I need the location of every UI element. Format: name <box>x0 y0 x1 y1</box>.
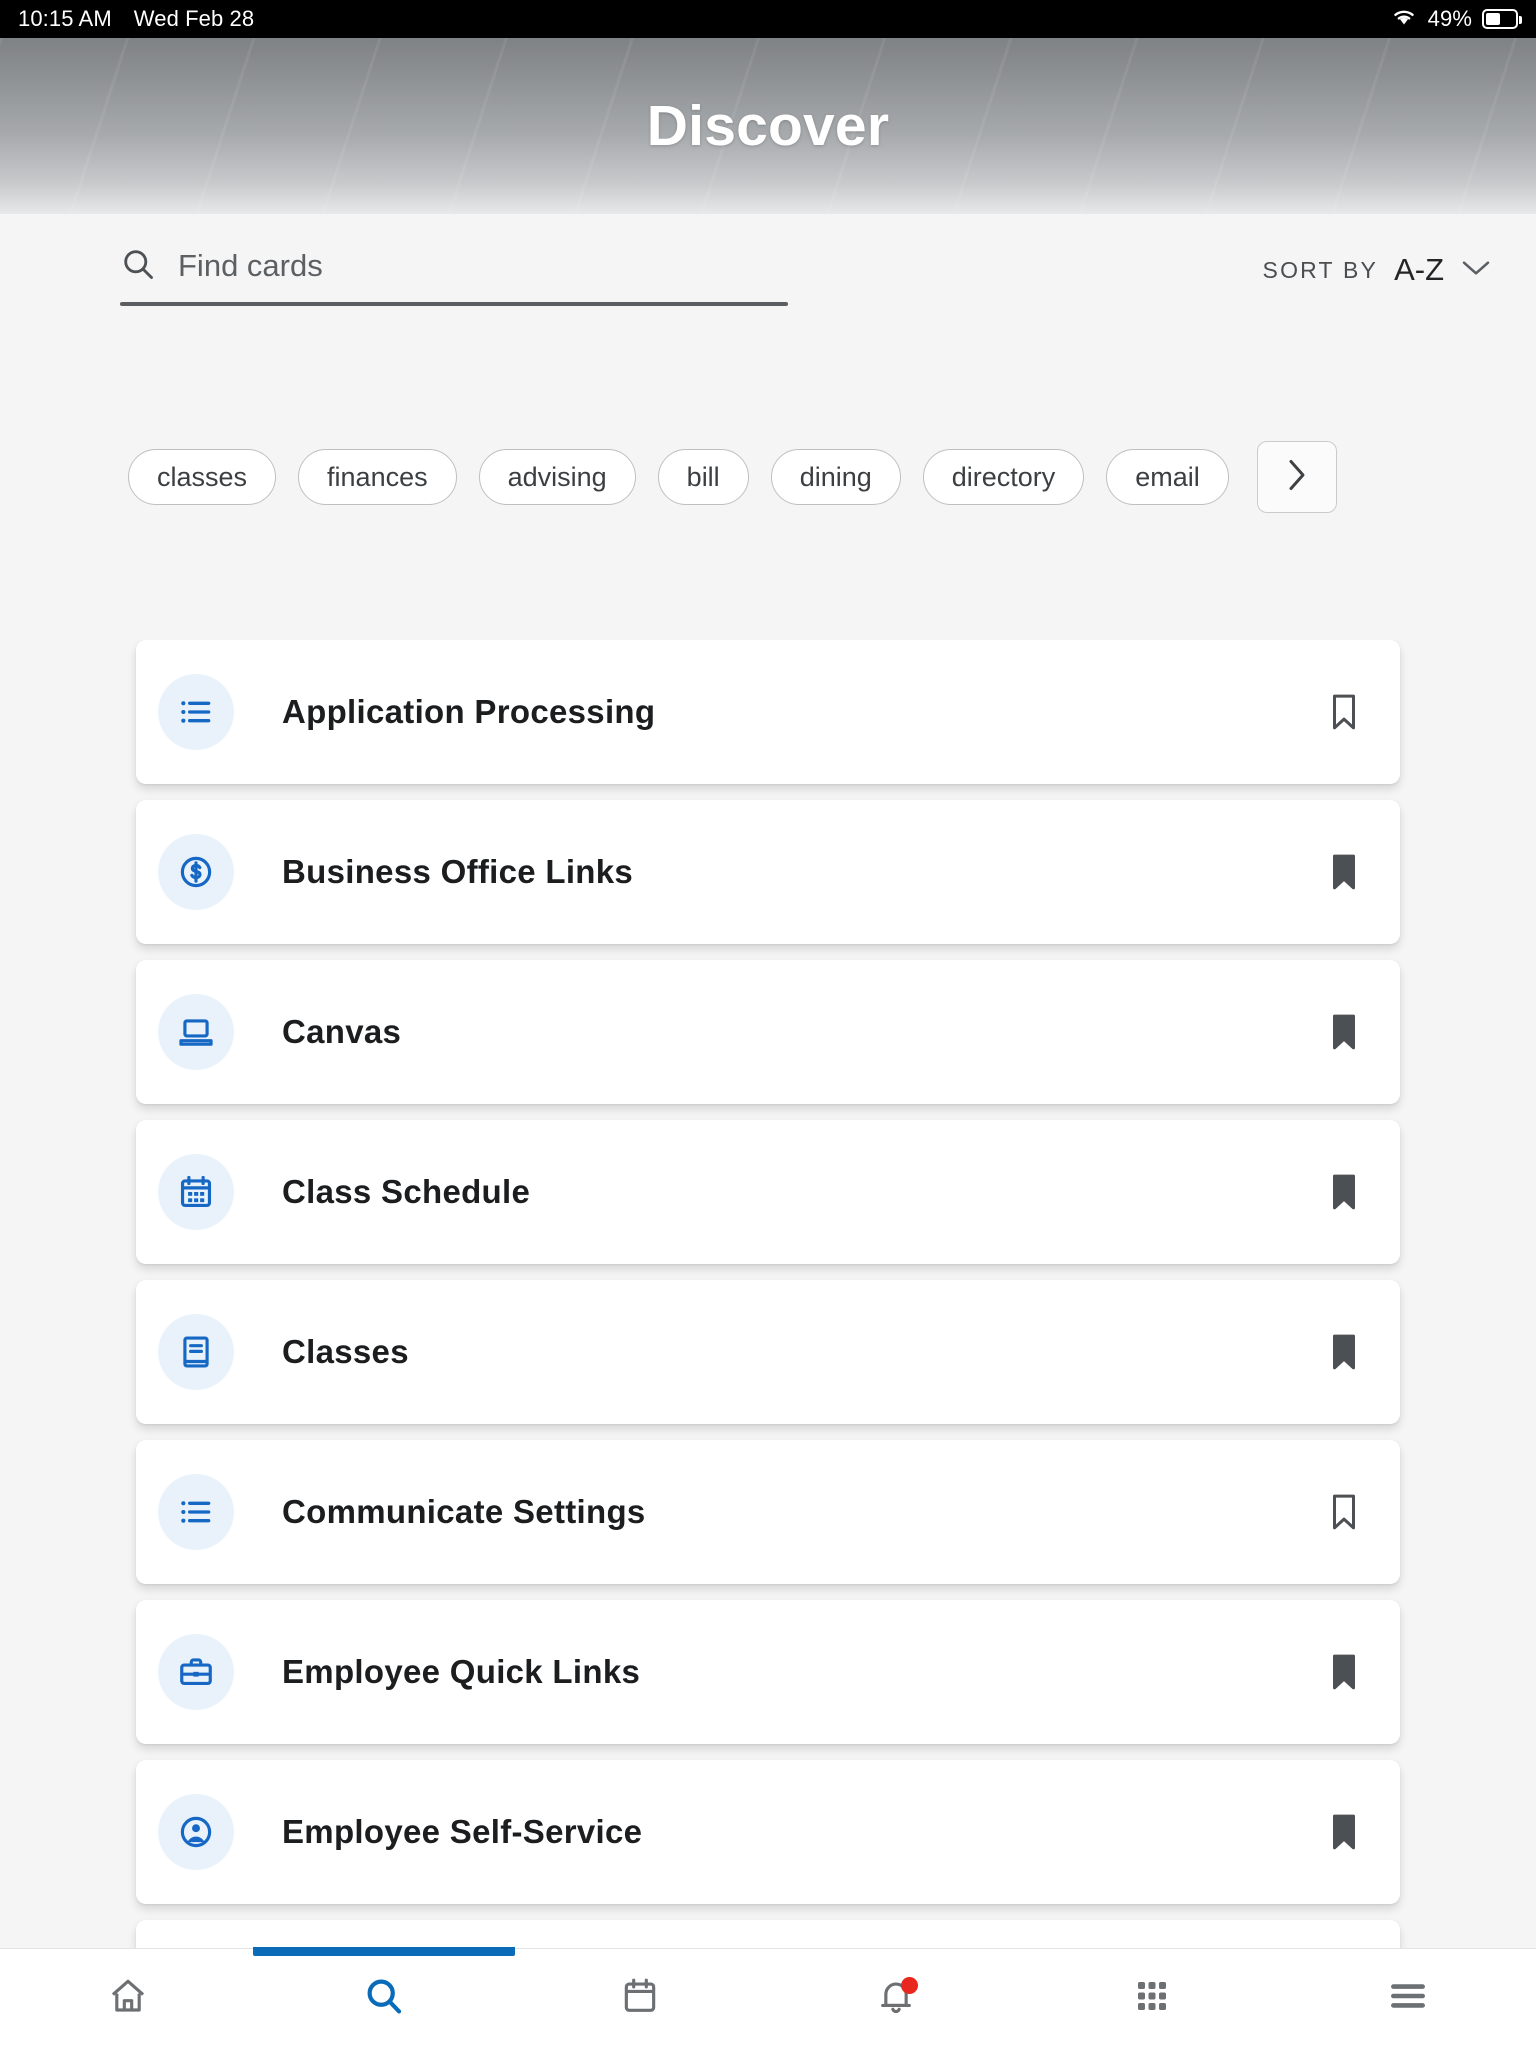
search-input[interactable] <box>178 248 788 284</box>
bookmark-toggle[interactable] <box>1322 1806 1366 1858</box>
filter-chip-row[interactable]: classes finances advising bill dining di… <box>0 432 1536 522</box>
dollar-circle-icon <box>158 834 234 910</box>
grid-icon <box>1131 1975 1173 2022</box>
chevron-down-icon <box>1460 258 1492 283</box>
card-list: Application Processing Business Office L… <box>0 640 1536 1948</box>
list-icon <box>158 1474 234 1550</box>
search-field[interactable] <box>120 238 788 306</box>
briefcase-icon <box>158 1634 234 1710</box>
card-title: Employee Quick Links <box>282 1653 641 1690</box>
search-icon <box>120 246 156 287</box>
calendar-icon <box>619 1975 661 2022</box>
page-header: Discover <box>0 38 1536 214</box>
filter-chip-dining[interactable]: dining <box>770 449 901 505</box>
card-partial-next[interactable] <box>136 1920 1400 1948</box>
sort-by-control[interactable]: SORT BY A-Z <box>1263 238 1492 288</box>
bookmark-toggle[interactable] <box>1322 686 1366 738</box>
bookmark-toggle[interactable] <box>1322 1006 1366 1058</box>
card-title: Canvas <box>282 1013 402 1050</box>
card-title: Communicate Settings <box>282 1493 646 1530</box>
status-right-group: 49% <box>1390 5 1522 33</box>
card-communicate-settings[interactable]: Communicate Settings <box>136 1440 1400 1584</box>
chevron-right-icon <box>1285 457 1309 498</box>
nav-item-search[interactable] <box>253 1947 515 2048</box>
nav-item-calendar[interactable] <box>512 1949 768 2048</box>
card-title: Business Office Links <box>282 853 634 890</box>
bookmark-toggle[interactable] <box>1322 846 1366 898</box>
page-title: Discover <box>646 94 890 158</box>
status-time: 10:15 AM <box>18 6 112 31</box>
tools-row: SORT BY A-Z <box>0 238 1536 334</box>
person-circle-icon <box>158 1794 234 1870</box>
nav-item-home[interactable] <box>0 1949 256 2048</box>
nav-item-menu[interactable] <box>1280 1949 1536 2048</box>
active-tab-indicator <box>253 1947 515 1956</box>
search-icon <box>363 1975 405 2022</box>
card-title: Employee Self-Service <box>282 1813 643 1850</box>
notification-badge <box>900 1977 918 1994</box>
filter-chip-email[interactable]: email <box>1106 449 1229 505</box>
book-icon <box>158 1314 234 1390</box>
card-employee-self-service[interactable]: Employee Self-Service <box>136 1760 1400 1904</box>
card-title: Class Schedule <box>282 1173 531 1210</box>
search-underline <box>120 302 788 306</box>
calendar-icon <box>158 1154 234 1230</box>
sort-by-label: SORT BY <box>1262 256 1379 283</box>
card-employee-quick-links[interactable]: Employee Quick Links <box>136 1600 1400 1744</box>
nav-item-notifications[interactable] <box>768 1949 1024 2048</box>
card-class-schedule[interactable]: Class Schedule <box>136 1120 1400 1264</box>
card-application-processing[interactable]: Application Processing <box>136 640 1400 784</box>
hamburger-icon <box>1387 1975 1429 2022</box>
nav-item-apps[interactable] <box>1024 1949 1280 2048</box>
filter-chip-advising[interactable]: advising <box>478 449 636 505</box>
bottom-navigation <box>0 1947 1536 2048</box>
filter-chip-classes[interactable]: classes <box>128 449 277 505</box>
home-icon <box>107 1975 149 2022</box>
card-business-office-links[interactable]: Business Office Links <box>136 800 1400 944</box>
filter-chip-bill[interactable]: bill <box>657 449 749 505</box>
bookmark-toggle[interactable] <box>1322 1166 1366 1218</box>
status-bar: 10:15 AM Wed Feb 28 49% <box>0 0 1536 38</box>
filter-chip-finances[interactable]: finances <box>298 449 457 505</box>
laptop-icon <box>158 994 234 1070</box>
battery-percent: 49% <box>1427 6 1472 31</box>
card-classes[interactable]: Classes <box>136 1280 1400 1424</box>
filter-chips-next-button[interactable] <box>1256 441 1337 513</box>
sort-by-value: A-Z <box>1394 252 1444 287</box>
bookmark-toggle[interactable] <box>1322 1646 1366 1698</box>
bookmark-toggle[interactable] <box>1322 1486 1366 1538</box>
list-icon <box>158 674 234 750</box>
card-title: Application Processing <box>282 693 656 730</box>
bookmark-toggle[interactable] <box>1322 1326 1366 1378</box>
status-date: Wed Feb 28 <box>133 6 255 31</box>
card-canvas[interactable]: Canvas <box>136 960 1400 1104</box>
app-screen: 10:15 AM Wed Feb 28 49% Discover Find ca… <box>0 0 1536 2048</box>
filter-chip-directory[interactable]: directory <box>922 449 1085 505</box>
battery-icon <box>1482 9 1522 29</box>
wifi-icon <box>1390 5 1418 33</box>
card-title: Classes <box>282 1333 409 1370</box>
